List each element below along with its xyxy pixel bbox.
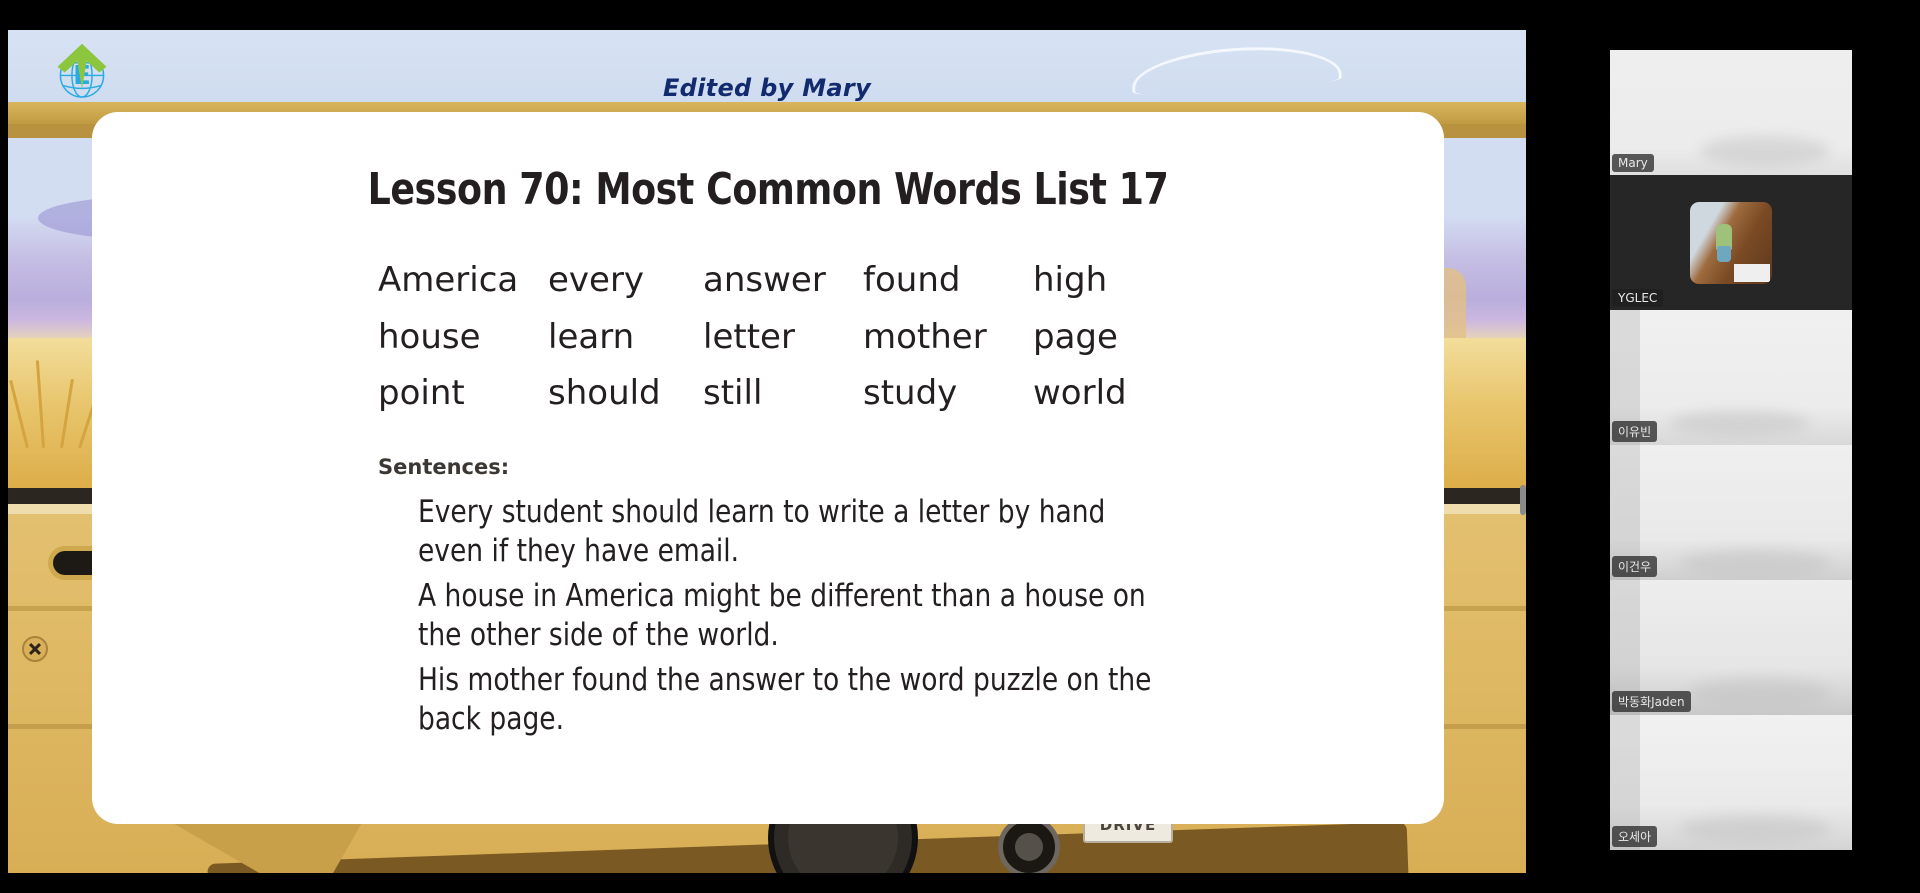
participant-name: 이유빈 [1612, 421, 1658, 442]
video-blur-region [1680, 549, 1830, 577]
participant-name: 박동화Jaden [1612, 691, 1691, 712]
participant-tile-yglec[interactable]: YGLEC [1610, 175, 1852, 310]
word-item: learn [548, 316, 635, 357]
word-item: should [548, 373, 661, 413]
dash-knob [998, 816, 1060, 873]
sentences-list: Every student should learn to write a le… [418, 493, 1218, 739]
sentence-item: A house in America might be different th… [418, 577, 1146, 653]
participant-tile-leegeonwoo[interactable]: 이건우 [1610, 445, 1852, 580]
word-item: mother [863, 316, 987, 357]
participant-name: YGLEC [1612, 289, 1664, 307]
lesson-content-card: Lesson 70: Most Common Words List 17 Ame… [92, 112, 1444, 824]
participant-video [1690, 201, 1772, 284]
word-item: high [1033, 260, 1108, 300]
grass-tuft [60, 378, 74, 449]
word-item: page [1033, 316, 1118, 357]
grass-tuft [35, 360, 45, 449]
word-item: still [703, 373, 763, 413]
participant-tile-ohsea[interactable]: 오세아 [1610, 715, 1852, 850]
sentence-item: Every student should learn to write a le… [418, 493, 1106, 569]
word-list-grid: America every answer found high house le… [378, 259, 1158, 415]
grass-tuft [9, 379, 29, 449]
participant-tile-leeyubin[interactable]: 이유빈 [1610, 310, 1852, 445]
video-blur-region [1700, 136, 1830, 166]
sentences-label: Sentences: [378, 454, 510, 479]
shared-screen-area[interactable]: DRIVE E Edited by Mary Lesson 70: Most C… [8, 30, 1526, 873]
slide-header-title: Edited by Mary [662, 74, 872, 102]
screw-icon [22, 636, 48, 662]
video-blur-region [1680, 815, 1830, 843]
word-item: house [378, 316, 481, 357]
screen-root: DRIVE E Edited by Mary Lesson 70: Most C… [0, 0, 1920, 893]
video-blur-region [1670, 410, 1810, 436]
participant-tile-parkdonghwa[interactable]: 박동화Jaden [1610, 580, 1852, 715]
share-edge-handle[interactable] [1520, 485, 1526, 515]
lesson-title: Lesson 70: Most Common Words List 17 [367, 164, 1169, 215]
participant-name: 오세아 [1612, 826, 1658, 847]
word-item: study [863, 373, 958, 413]
paper-decor [1734, 263, 1770, 282]
word-item: found [863, 260, 961, 300]
word-item: world [1033, 373, 1127, 413]
word-item: point [378, 373, 465, 413]
pot-decor [1717, 245, 1731, 262]
word-item: answer [703, 260, 826, 300]
word-item: America [378, 260, 519, 300]
sentence-item: His mother found the answer to the word … [418, 661, 1152, 737]
video-blur-region [1690, 678, 1830, 708]
participant-name: Mary [1612, 154, 1654, 172]
participant-tile-mary[interactable]: Mary [1610, 50, 1852, 175]
participant-name: 이건우 [1612, 556, 1658, 577]
word-item: every [548, 260, 645, 300]
participant-filmstrip[interactable]: Mary YGLEC 이유빈 이건우 박동화Jaden 오세아 [1610, 50, 1852, 850]
word-item: letter [703, 316, 795, 357]
